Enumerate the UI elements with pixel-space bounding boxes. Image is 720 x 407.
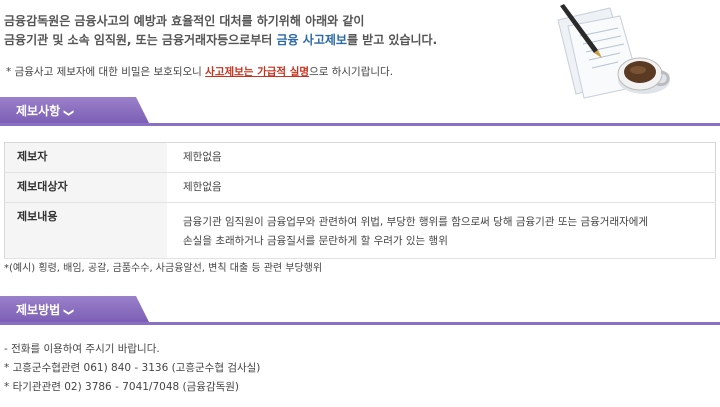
intro-line-2: 금융기관 및 소속 임직원, 또는 금융거래자등으로부터 금융 사고제보를 받고… [4, 31, 524, 50]
row-label: 제보자 [4, 142, 167, 173]
note-prefix: * 금융사고 제보자에 대한 비밀은 보호되오니 [6, 66, 206, 78]
report-info-table: 제보자 제한없음 제보대상자 제한없음 제보내용 금융기관 임직원이 금융업무와… [4, 142, 716, 259]
method-line: * 타기관관련 02) 3786 - 7041/7048 (금융감독원) [4, 381, 240, 393]
intro-highlight: 금융 사고제보 [276, 33, 347, 47]
example-note: *(예시) 횡령, 배임, 공갈, 금품수수, 사금융알선, 변칙 대출 등 관… [4, 263, 323, 274]
row-label: 제보대상자 [4, 172, 167, 203]
row-value-line-2: 손실을 초래하거나 금융질서를 문란하게 할 우려가 있는 행위 [183, 235, 448, 247]
intro-line-2-prefix: 금융기관 및 소속 임직원, 또는 금융거래자등으로부터 [4, 33, 277, 47]
table-row: 제보내용 금융기관 임직원이 금융업무와 관련하여 위법, 부당한 행위를 함으… [4, 202, 716, 259]
row-value: 제한없음 [183, 181, 222, 193]
note-suffix: 으로 하시기랍니다. [309, 66, 394, 78]
note-highlight: 사고제보는 가급적 실명 [205, 66, 310, 78]
chevron-down-icon: ❯ [63, 307, 75, 317]
intro-line-1: 금융감독원은 금융사고의 예방과 효율적인 대처를 하기위해 아래와 같이 [4, 14, 365, 28]
section-rule [0, 322, 720, 325]
privacy-note: * 금융사고 제보자에 대한 비밀은 보호되오니 사고제보는 가급적 실명으로 … [6, 64, 393, 79]
section-report-methods: 제보방법 ❯ [0, 296, 720, 326]
section-report-items: 제보사항 ❯ [0, 97, 720, 127]
row-value-line-1: 금융기관 임직원이 금융업무와 관련하여 위법, 부당한 행위를 함으로써 당해… [183, 216, 649, 228]
intro-text: 금융감독원은 금융사고의 예방과 효율적인 대처를 하기위해 아래와 같이 금융… [4, 12, 524, 50]
row-value: 금융기관 임직원이 금융업무와 관련하여 위법, 부당한 행위를 함으로써 당해… [167, 203, 716, 259]
row-value: 제한없음 [183, 151, 222, 163]
section-rule [0, 123, 720, 126]
chevron-down-icon: ❯ [63, 108, 75, 118]
method-line: - 전화를 이용하여 주시기 바랍니다. [4, 343, 160, 355]
tab-report-items[interactable]: 제보사항 ❯ [0, 97, 150, 125]
table-row: 제보대상자 제한없음 [4, 172, 716, 203]
documents-pen-coffee-icon [540, 2, 690, 100]
table-row: 제보자 제한없음 [4, 142, 716, 173]
method-line: * 고흥군수협관련 061) 840 - 3136 (고흥군수협 검사실) [4, 362, 261, 374]
methods-list: - 전화를 이용하여 주시기 바랍니다. * 고흥군수협관련 061) 840 … [4, 340, 260, 397]
tab-report-methods[interactable]: 제보방법 ❯ [0, 296, 150, 324]
row-label: 제보내용 [4, 202, 167, 259]
intro-line-2-suffix: 를 받고 있습니다. [346, 33, 438, 47]
